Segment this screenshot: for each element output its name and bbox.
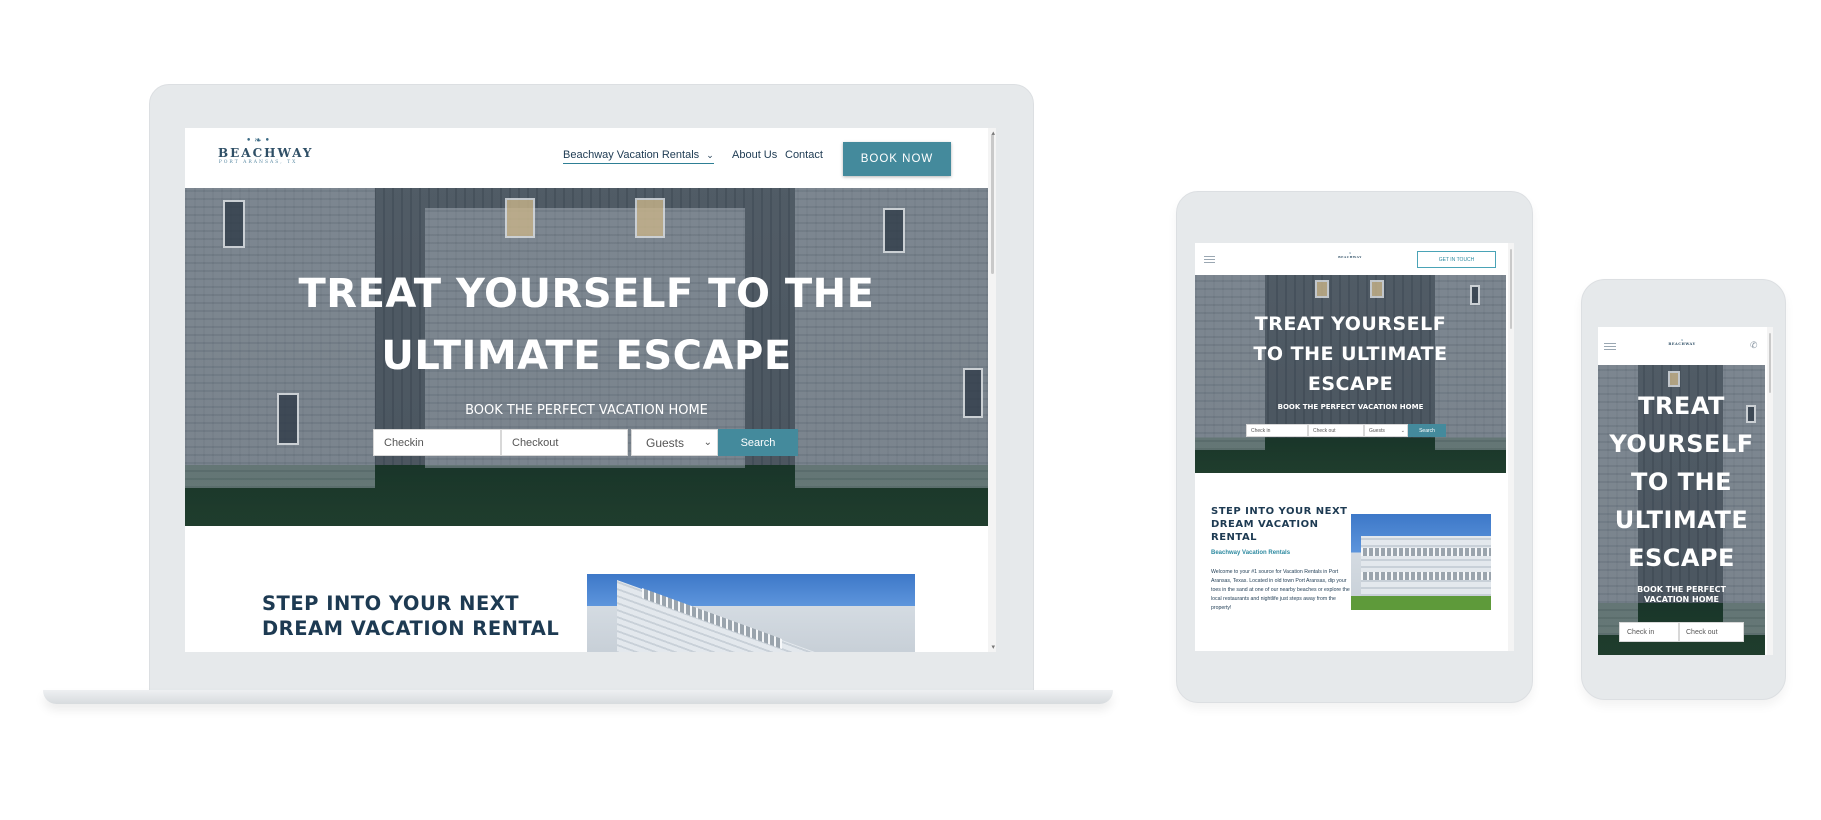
tablet-scrollbar[interactable] — [1508, 243, 1514, 651]
hero-subtitle: BOOK THE PERFECT VACATION HOME — [1277, 403, 1424, 411]
chevron-down-icon: ⌄ — [706, 150, 714, 160]
nav-vacation-rentals-label: Beachway Vacation Rentals — [563, 149, 700, 161]
hero-section: TREAT YOURSELF TO THE ULTIMATE ESCAPE BO… — [1598, 365, 1765, 655]
search-button[interactable]: Search — [718, 429, 798, 456]
search-bar: Checkin Checkout Guests ⌄ Search — [373, 429, 798, 456]
book-now-button[interactable]: BOOK NOW — [843, 142, 951, 176]
get-in-touch-button[interactable]: GET IN TOUCH — [1417, 251, 1496, 268]
menu-icon[interactable] — [1204, 256, 1215, 263]
search-bar: Check in Check out Guests ⌄ Search — [1246, 424, 1446, 437]
hero-title: TREAT YOURSELF TO THE ULTIMATE ESCAPE — [298, 271, 875, 379]
phone-header: ❧ BEACHWAY ✆ — [1598, 327, 1765, 365]
hero-overlay: TREAT YOURSELF TO THE ULTIMATE ESCAPE BO… — [1598, 365, 1765, 655]
section-title: STEP INTO YOUR NEXT DREAM VACATION RENTA… — [1211, 506, 1348, 543]
laptop-scrollbar[interactable]: ▴ ▾ — [988, 128, 996, 652]
hero-section: TREAT YOURSELF TO THE ULTIMATE ESCAPE BO… — [1195, 275, 1506, 473]
search-button[interactable]: Search — [1408, 424, 1446, 437]
section-title: STEP INTO YOUR NEXT DREAM VACATION RENTA… — [262, 592, 560, 640]
phone-scrollbar[interactable] — [1767, 327, 1773, 655]
nav-about-us[interactable]: About Us — [732, 149, 777, 161]
guests-select[interactable]: Guests ⌄ — [631, 429, 718, 456]
tablet-screen: ❧ BEACHWAY GET IN TOUCH TREAT YOURSELF T… — [1195, 243, 1514, 651]
property-photo — [587, 574, 915, 652]
brand-logo[interactable]: ❧ BEACHWAY — [1335, 252, 1365, 260]
hero-title: TREAT YOURSELF TO THE ULTIMATE ESCAPE — [1609, 392, 1754, 572]
brand-logo[interactable]: • ❧ • BEACHWAY PORT ARANSAS, TX — [218, 136, 311, 166]
hero-subtitle: BOOK THE PERFECT VACATION HOME — [1637, 585, 1726, 604]
nav-contact[interactable]: Contact — [785, 149, 823, 161]
phone-screen: ❧ BEACHWAY ✆ TREAT YOURSELF TO THE ULTIM… — [1598, 327, 1773, 655]
checkin-field[interactable]: Check in — [1619, 622, 1679, 642]
hero-overlay: TREAT YOURSELF TO THE ULTIMATE ESCAPE BO… — [185, 188, 988, 526]
tablet-header: ❧ BEACHWAY GET IN TOUCH — [1195, 243, 1506, 275]
hero-overlay: TREAT YOURSELF TO THE ULTIMATE ESCAPE BO… — [1195, 275, 1506, 473]
laptop-screen: • ❧ • BEACHWAY PORT ARANSAS, TX Beachway… — [185, 128, 996, 652]
checkout-field[interactable]: Check out — [1308, 424, 1364, 437]
search-bar: Check in Check out — [1619, 622, 1744, 642]
hero-section: TREAT YOURSELF TO THE ULTIMATE ESCAPE BO… — [185, 188, 988, 526]
checkin-field[interactable]: Check in — [1246, 424, 1308, 437]
site-header: • ❧ • BEACHWAY PORT ARANSAS, TX Beachway… — [185, 128, 988, 188]
vacation-rentals-link[interactable]: Beachway Vacation Rentals — [1211, 550, 1290, 556]
chevron-down-icon: ⌄ — [703, 437, 712, 448]
property-photo — [1351, 514, 1491, 610]
chevron-down-icon: ⌄ — [1400, 427, 1405, 434]
checkin-field[interactable]: Checkin — [373, 429, 501, 456]
fish-logo-icon: • ❧ • — [246, 136, 270, 146]
guests-select[interactable]: Guests ⌄ — [1364, 424, 1408, 437]
checkout-field[interactable]: Check out — [1679, 622, 1744, 642]
brand-logo[interactable]: ❧ BEACHWAY — [1664, 339, 1700, 347]
hero-title: TREAT YOURSELF TO THE ULTIMATE ESCAPE — [1253, 313, 1448, 395]
hero-subtitle: BOOK THE PERFECT VACATION HOME — [465, 403, 708, 418]
checkout-field[interactable]: Checkout — [501, 429, 628, 456]
menu-icon[interactable] — [1604, 343, 1616, 350]
nav-vacation-rentals[interactable]: Beachway Vacation Rentals ⌄ — [563, 149, 714, 164]
phone-call-icon[interactable]: ✆ — [1750, 340, 1758, 351]
laptop-base — [43, 690, 1113, 704]
intro-paragraph: Welcome to your #1 source for Vacation R… — [1211, 569, 1350, 611]
